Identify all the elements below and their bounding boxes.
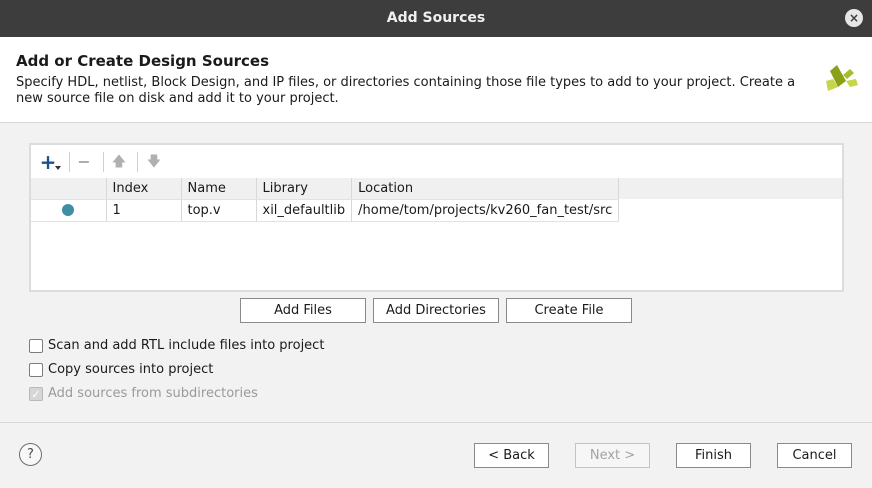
help-icon[interactable]: ? — [19, 443, 42, 466]
index-cell: 1 — [106, 199, 182, 222]
toolbar-separator — [69, 152, 70, 172]
header-panel: Add or Create Design Sources Specify HDL… — [0, 37, 872, 123]
next-button: Next > — [575, 443, 650, 468]
scan-rtl-label: Scan and add RTL include files into proj… — [48, 338, 325, 353]
status-dot-icon — [62, 204, 75, 216]
column-header-status[interactable] — [31, 178, 107, 200]
copy-sources-checkbox[interactable] — [29, 363, 43, 377]
add-files-button[interactable]: Add Files — [240, 298, 366, 323]
toolbar-separator — [137, 152, 138, 172]
move-down-icon[interactable]: 🡇 — [143, 151, 165, 173]
status-cell — [31, 199, 107, 222]
add-directories-button[interactable]: Add Directories — [373, 298, 499, 323]
table-header-filler — [612, 178, 842, 199]
column-header-index[interactable]: Index — [106, 178, 182, 200]
back-button[interactable]: < Back — [474, 443, 549, 468]
dropdown-arrow-icon — [55, 166, 61, 170]
finish-button[interactable]: Finish — [676, 443, 751, 468]
page-description: Specify HDL, netlist, Block Design, and … — [16, 75, 796, 106]
title-bar: Add Sources × — [0, 0, 872, 37]
table-header-row: Index Name Library Location — [31, 178, 620, 200]
xilinx-logo-icon — [826, 65, 858, 91]
sources-table: Index Name Library Location 1 top.v xil_… — [31, 178, 620, 222]
column-header-name[interactable]: Name — [181, 178, 257, 200]
page-title: Add or Create Design Sources — [16, 52, 270, 70]
sources-toolbar: + − 🡅 🡇 — [31, 145, 842, 178]
table-row[interactable]: 1 top.v xil_defaultlib /home/tom/project… — [31, 199, 620, 222]
sources-panel: + − 🡅 🡇 Index Name Library Location 1 to… — [29, 143, 844, 292]
move-up-icon[interactable]: 🡅 — [108, 151, 130, 173]
toolbar-separator — [103, 152, 104, 172]
copy-sources-label: Copy sources into project — [48, 362, 214, 377]
add-subdirs-label: Add sources from subdirectories — [48, 386, 258, 401]
window-title: Add Sources — [386, 10, 486, 26]
scan-rtl-checkbox[interactable] — [29, 339, 43, 353]
column-header-location[interactable]: Location — [351, 178, 620, 200]
column-header-library[interactable]: Library — [256, 178, 353, 200]
location-cell: /home/tom/projects/kv260_fan_test/src — [351, 199, 620, 222]
cancel-button[interactable]: Cancel — [777, 443, 852, 468]
library-cell[interactable]: xil_defaultlib — [256, 199, 353, 222]
close-icon[interactable]: × — [845, 9, 863, 27]
create-file-button[interactable]: Create File — [506, 298, 632, 323]
name-cell: top.v — [181, 199, 257, 222]
add-subdirs-checkbox: ✓ — [29, 387, 43, 401]
remove-icon[interactable]: − — [73, 151, 95, 173]
